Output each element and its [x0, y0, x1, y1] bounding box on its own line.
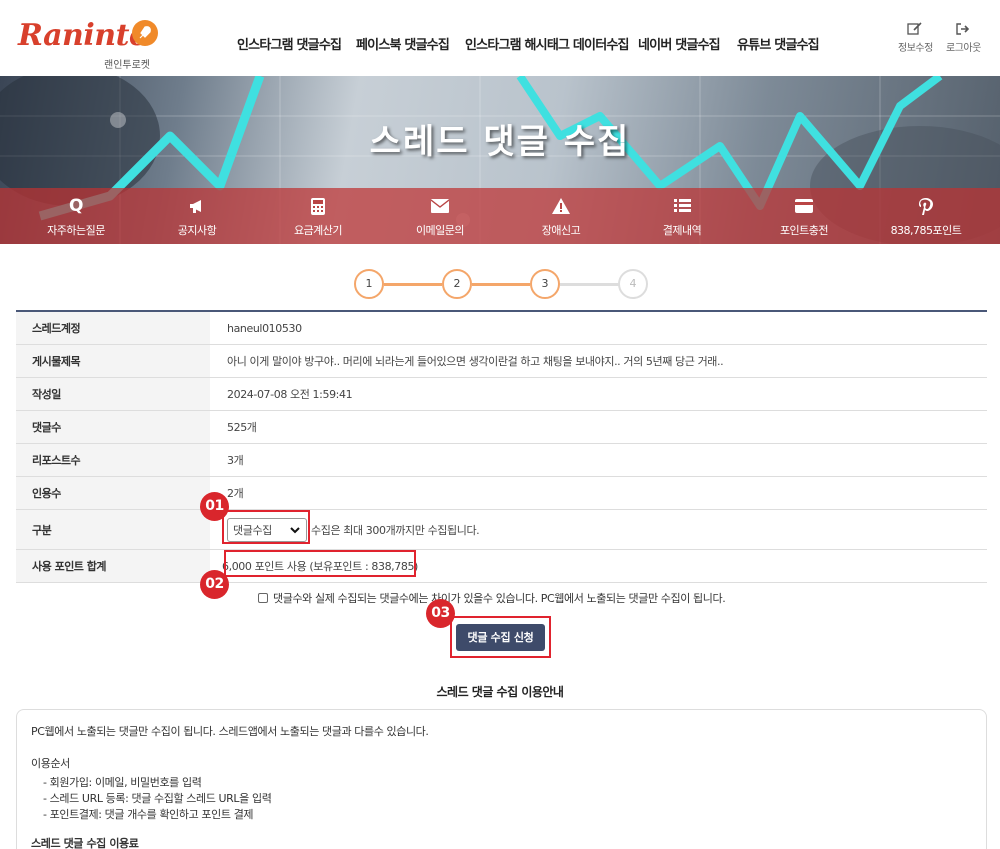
- logo-subtext: 랜인투로켓: [104, 60, 150, 71]
- logout-link[interactable]: 로그아웃: [946, 22, 981, 54]
- guide-box: PC웹에서 노출되는 댓글만 수집이 됩니다. 스레드앱에서 노출되는 댓글과 …: [16, 709, 987, 849]
- agree-checkbox[interactable]: [258, 593, 268, 603]
- list-item: - 스레드 URL 등록: 댓글 수집할 스레드 URL을 입력: [43, 792, 272, 805]
- callout-badge-01: 01: [200, 492, 229, 521]
- post-title-label: 게시물제목: [16, 345, 210, 377]
- quick-menu-faq[interactable]: Q 자주하는질문: [16, 196, 136, 238]
- quick-menu-calculator[interactable]: 요금계산기: [258, 196, 378, 238]
- page-title: 스레드 댓글 수집: [369, 122, 631, 162]
- table-row: 구분 댓글수집 수집은 최대 300개까지만 수집됩니다.: [16, 510, 987, 550]
- list-icon: [622, 196, 742, 216]
- guide-fee-title: 스레드 댓글 수집 이용료: [31, 837, 139, 849]
- reposts-value: 3개: [227, 454, 244, 467]
- table-row: 게시물제목 아니 이게 말이야 방구야.. 머리에 뇌라는게 들어있으면 생각이…: [16, 345, 987, 378]
- quick-menu-label: 결제내역: [662, 224, 702, 237]
- quick-menu-label: 838,785포인트: [890, 224, 962, 237]
- quick-menu-points[interactable]: 838,785포인트: [866, 196, 986, 238]
- table-row: 인용수 2개: [16, 477, 987, 510]
- logo-text: Raninto: [18, 18, 149, 53]
- edit-label: 정보수정: [898, 43, 933, 54]
- post-info-table: 스레드계정 haneul010530 게시물제목 아니 이게 말이야 방구야..…: [16, 310, 987, 583]
- q-icon: Q: [69, 196, 83, 216]
- reposts-label: 리포스트수: [16, 444, 210, 476]
- quick-menu-label: 공지사항: [177, 224, 217, 237]
- account-label: 스레드계정: [16, 312, 210, 344]
- nav-instagram-comments[interactable]: 인스타그램 댓글수집: [237, 34, 342, 53]
- megaphone-icon: [137, 196, 257, 216]
- step-3: 3: [530, 269, 560, 299]
- table-row: 작성일 2024-07-08 오전 1:59:41: [16, 378, 987, 411]
- table-row: 사용 포인트 합계 6,000 포인트 사용 (보유포인트 : 838,785): [16, 550, 987, 583]
- account-value: haneul010530: [227, 321, 302, 335]
- quick-menu-label: 요금계산기: [293, 224, 343, 237]
- step-2: 2: [442, 269, 472, 299]
- comments-label: 댓글수: [16, 411, 210, 443]
- quick-menu-bar: Q 자주하는질문 공지사항 요금계산기 이메일문의 장애신고 결제내역 포인트충…: [0, 188, 1000, 244]
- quotes-label: 인용수: [16, 477, 210, 509]
- collect-limit-note: 수집은 최대 300개까지만 수집됩니다.: [311, 523, 480, 537]
- list-item: - 포인트결제: 댓글 개수를 확인하고 포인트 결제: [43, 808, 254, 821]
- collect-notice: 댓글수와 실제 수집되는 댓글수에는 차이가 있을수 있습니다. PC웹에서 노…: [258, 590, 726, 606]
- credit-card-icon: [744, 196, 864, 216]
- callout-badge-03: 03: [426, 599, 455, 628]
- points-label: 사용 포인트 합계: [16, 550, 210, 582]
- rocket-icon: [132, 20, 158, 46]
- callout-badge-02: 02: [200, 570, 229, 599]
- pinterest-icon: [866, 196, 986, 216]
- nav-instagram-hashtag[interactable]: 인스타그램 해시태그 데이터수집: [465, 34, 630, 53]
- table-row: 댓글수 525개: [16, 411, 987, 444]
- table-row: 리포스트수 3개: [16, 444, 987, 477]
- hero-banner: 스레드 댓글 수집 Q 자주하는질문 공지사항 요금계산기 이메일문의 장애신고…: [0, 76, 1000, 244]
- quick-menu-label: 장애신고: [541, 224, 581, 237]
- site-logo[interactable]: Raninto 랜인투로켓: [18, 18, 158, 71]
- notice-text: 댓글수와 실제 수집되는 댓글수에는 차이가 있을수 있습니다. PC웹에서 노…: [273, 592, 726, 605]
- select-highlight-box: [222, 510, 310, 544]
- quick-menu-report[interactable]: 장애신고: [501, 196, 621, 238]
- logout-icon: [956, 23, 970, 35]
- nav-facebook-comments[interactable]: 페이스북 댓글수집: [356, 34, 450, 53]
- step-connector: [560, 283, 620, 286]
- quick-menu-email[interactable]: 이메일문의: [380, 196, 500, 238]
- warning-icon: [501, 196, 621, 216]
- edit-profile-link[interactable]: 정보수정: [898, 22, 933, 54]
- comments-value: 525개: [227, 421, 257, 434]
- quick-menu-payments[interactable]: 결제내역: [622, 196, 742, 238]
- table-row: 스레드계정 haneul010530: [16, 312, 987, 345]
- step-connector: [384, 283, 442, 286]
- list-item: - 회원가입: 이메일, 비밀번호를 입력: [43, 776, 202, 789]
- quick-menu-notice[interactable]: 공지사항: [137, 196, 257, 238]
- step-1: 1: [354, 269, 384, 299]
- nav-naver-comments[interactable]: 네이버 댓글수집: [638, 34, 721, 53]
- date-value: 2024-07-08 오전 1:59:41: [227, 388, 353, 401]
- guide-order-title: 이용순서: [31, 757, 70, 770]
- quick-menu-label: 포인트충전: [779, 224, 829, 237]
- quick-menu-label: 이메일문의: [415, 224, 465, 237]
- guide-title: 스레드 댓글 수집 이용안내: [436, 685, 564, 699]
- submit-collect-button[interactable]: 댓글 수집 신청: [456, 624, 545, 651]
- progress-steps: 1 2 3 4: [354, 269, 650, 299]
- quick-menu-label: 자주하는질문: [47, 224, 105, 237]
- nav-youtube-comments[interactable]: 유튜브 댓글수집: [737, 34, 820, 53]
- step-4: 4: [618, 269, 648, 299]
- guide-intro: PC웹에서 노출되는 댓글만 수집이 됩니다. 스레드앱에서 노출되는 댓글과 …: [31, 725, 429, 738]
- points-highlight-box: [224, 550, 416, 577]
- post-title-value: 아니 이게 말이야 방구야.. 머리에 뇌라는게 들어있으면 생각이란걸 하고 …: [227, 355, 724, 368]
- date-label: 작성일: [16, 378, 210, 410]
- step-connector: [472, 283, 530, 286]
- edit-icon: [907, 22, 922, 35]
- logout-label: 로그아웃: [946, 43, 981, 54]
- quick-menu-charge[interactable]: 포인트충전: [744, 196, 864, 238]
- envelope-icon: [380, 196, 500, 216]
- calculator-icon: [258, 196, 378, 216]
- site-header: Raninto 랜인투로켓 인스타그램 댓글수집 페이스북 댓글수집 인스타그램…: [0, 0, 1000, 76]
- type-label: 구분: [16, 510, 210, 549]
